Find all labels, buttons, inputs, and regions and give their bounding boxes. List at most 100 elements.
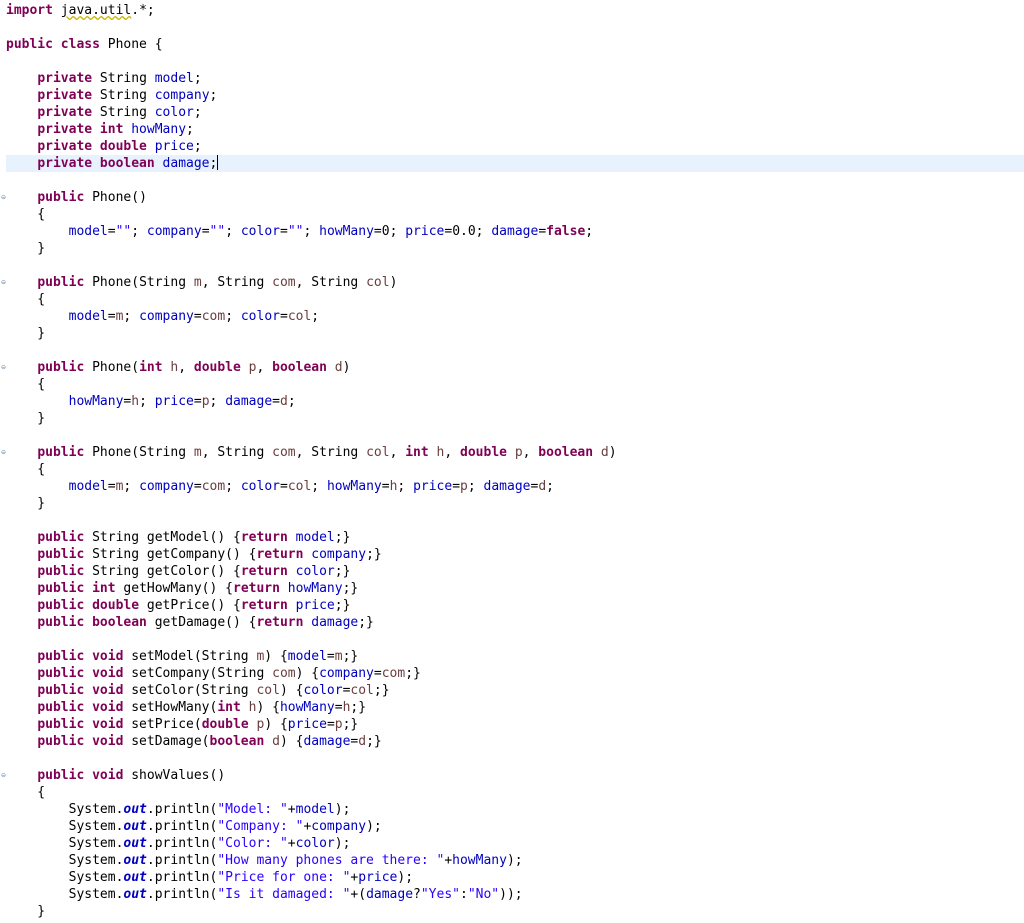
- code-line[interactable]: [6, 53, 1024, 70]
- code-line[interactable]: public void setPrice(double p) {price=p;…: [6, 716, 1024, 733]
- fold-toggle-icon[interactable]: ⊖: [1, 365, 6, 371]
- code-line[interactable]: public String getModel() {return model;}: [6, 529, 1024, 546]
- field-name: color: [240, 309, 280, 324]
- code-text: ;: [123, 309, 140, 324]
- code-line[interactable]: {: [6, 461, 1024, 478]
- code-line[interactable]: [6, 172, 1024, 189]
- code-line[interactable]: }: [6, 325, 1024, 342]
- fold-toggle-icon[interactable]: ⊖: [1, 773, 6, 779]
- code-line[interactable]: howMany=h; price=p; damage=d;: [6, 393, 1024, 410]
- code-line[interactable]: private int howMany;: [6, 121, 1024, 138]
- code-line[interactable]: public boolean getDamage() {return damag…: [6, 614, 1024, 631]
- parameter-name: com: [201, 479, 226, 494]
- code-line[interactable]: public void setCompany(String com) {comp…: [6, 665, 1024, 682]
- code-line[interactable]: public String getColor() {return color;}: [6, 563, 1024, 580]
- code-line[interactable]: public void setColor(String col) {color=…: [6, 682, 1024, 699]
- code-line[interactable]: [6, 631, 1024, 648]
- code-line[interactable]: model=m; company=com; color=col;: [6, 308, 1024, 325]
- code-line[interactable]: {: [6, 376, 1024, 393]
- code-text: ) {: [256, 700, 280, 715]
- code-line[interactable]: private double price;: [6, 138, 1024, 155]
- code-line-current[interactable]: private boolean damage;: [6, 155, 1024, 172]
- field-name: howMany: [287, 581, 343, 596]
- code-line[interactable]: [6, 512, 1024, 529]
- code-text: =: [381, 479, 390, 494]
- field-name: price: [154, 139, 194, 154]
- code-text: ;: [123, 479, 140, 494]
- code-text: ;}: [342, 649, 359, 664]
- keyword: public: [37, 564, 85, 579]
- keyword: public boolean: [37, 615, 147, 630]
- code-text: =: [272, 394, 280, 409]
- fold-toggle-icon[interactable]: ⊖: [1, 450, 6, 456]
- code-line[interactable]: public Phone(String m, String com, Strin…: [6, 274, 1024, 291]
- code-text: =: [107, 224, 116, 239]
- keyword: public: [37, 190, 85, 205]
- code-line[interactable]: [6, 19, 1024, 36]
- keyword: return: [233, 581, 280, 596]
- code-line[interactable]: [6, 257, 1024, 274]
- code-line[interactable]: public Phone(int h, double p, boolean d): [6, 359, 1024, 376]
- code-line[interactable]: public String getCompany() {return compa…: [6, 546, 1024, 563]
- code-line[interactable]: System.out.println("Model: "+model);: [6, 801, 1024, 818]
- code-line[interactable]: }: [6, 495, 1024, 512]
- code-text: String: [92, 88, 155, 103]
- code-line[interactable]: }: [6, 240, 1024, 257]
- code-line[interactable]: private String company;: [6, 87, 1024, 104]
- code-line[interactable]: }: [6, 903, 1024, 920]
- code-line[interactable]: model=m; company=com; color=col; howMany…: [6, 478, 1024, 495]
- code-text: ;}: [373, 683, 390, 698]
- code-line[interactable]: public void setHowMany(int h) {howMany=h…: [6, 699, 1024, 716]
- code-line[interactable]: {: [6, 206, 1024, 223]
- code-line[interactable]: System.out.println("Is it damaged: "+(da…: [6, 886, 1024, 903]
- code-text: {: [6, 292, 46, 307]
- code-line[interactable]: public Phone(String m, String com, Strin…: [6, 444, 1024, 461]
- field-name: price: [358, 870, 398, 885]
- field-name: damage: [491, 224, 539, 239]
- field-name: company: [311, 547, 367, 562]
- code-line[interactable]: public Phone(): [6, 189, 1024, 206]
- keyword: return: [240, 598, 288, 613]
- code-line[interactable]: {: [6, 784, 1024, 801]
- code-text: =: [279, 224, 288, 239]
- field-name: color: [240, 224, 280, 239]
- code-line[interactable]: public double getPrice() {return price;}: [6, 597, 1024, 614]
- code-line[interactable]: import java.util.*;: [6, 2, 1024, 19]
- code-line[interactable]: private String model;: [6, 70, 1024, 87]
- code-text: ;}: [358, 615, 374, 630]
- code-text: setCompany(String: [123, 666, 273, 681]
- code-line[interactable]: private String color;: [6, 104, 1024, 121]
- code-line[interactable]: [6, 342, 1024, 359]
- string-literal: "": [287, 224, 304, 239]
- code-text: ,: [178, 360, 194, 375]
- code-line[interactable]: model=""; company=""; color=""; howMany=…: [6, 223, 1024, 240]
- code-line[interactable]: System.out.println("How many phones are …: [6, 852, 1024, 869]
- parameter-name: col: [366, 275, 390, 290]
- code-text: getPrice() {: [139, 598, 241, 613]
- code-line[interactable]: }: [6, 410, 1024, 427]
- fold-toggle-icon[interactable]: ⊖: [1, 280, 6, 286]
- code-text: .println(: [146, 802, 218, 817]
- code-line[interactable]: public void setDamage(boolean d) {damage…: [6, 733, 1024, 750]
- string-literal: "Price for one: ": [217, 870, 351, 885]
- java-code-editor[interactable]: import java.util.*; public class Phone { …: [0, 0, 1024, 923]
- code-line[interactable]: public void showValues(): [6, 767, 1024, 784]
- code-text: ,: [444, 445, 461, 460]
- string-literal: "": [115, 224, 132, 239]
- code-line[interactable]: [6, 427, 1024, 444]
- code-line[interactable]: public int getHowMany() {return howMany;…: [6, 580, 1024, 597]
- field-name: damage: [162, 156, 210, 171]
- code-line[interactable]: System.out.println("Price for one: "+pri…: [6, 869, 1024, 886]
- code-text: ;: [225, 224, 241, 239]
- code-line[interactable]: public void setModel(String m) {model=m;…: [6, 648, 1024, 665]
- code-line[interactable]: System.out.println("Company: "+company);: [6, 818, 1024, 835]
- code-line[interactable]: [6, 750, 1024, 767]
- code-line[interactable]: System.out.println("Color: "+color);: [6, 835, 1024, 852]
- code-text: String getColor() {: [84, 564, 241, 579]
- code-line[interactable]: public class Phone {: [6, 36, 1024, 53]
- fold-toggle-icon[interactable]: ⊖: [1, 195, 6, 201]
- code-text: );: [366, 819, 382, 834]
- code-line[interactable]: {: [6, 291, 1024, 308]
